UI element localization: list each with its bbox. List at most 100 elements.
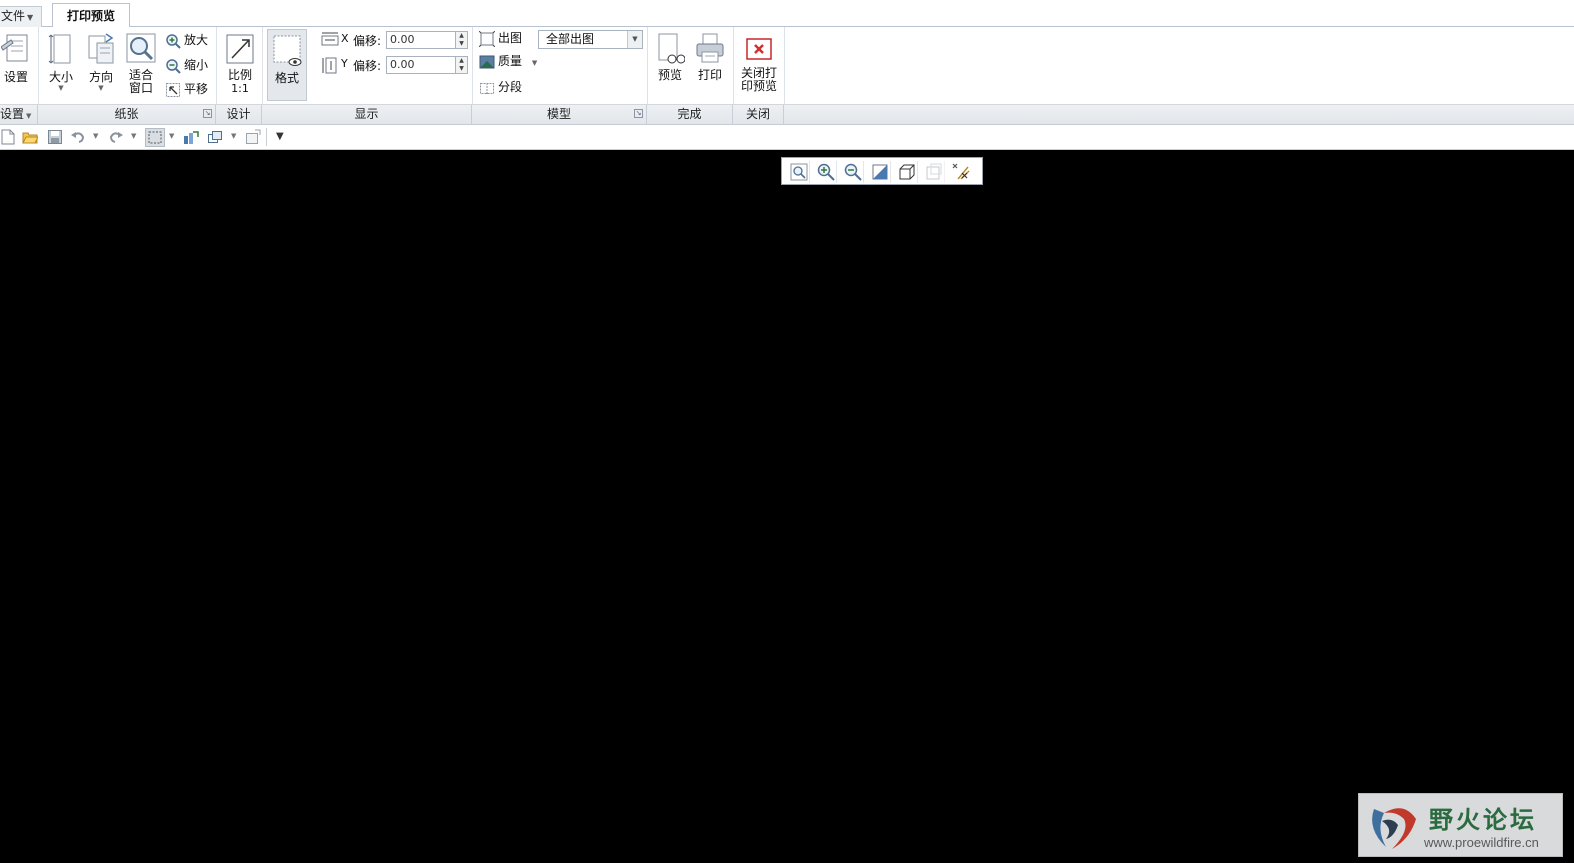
quality-label: 质量 (498, 54, 523, 68)
scale-label-1: 比例 (227, 68, 252, 82)
print-label: 打印 (697, 68, 722, 82)
fit-window-button[interactable]: 适合 窗口 (124, 32, 158, 95)
view-toolbar (781, 157, 983, 185)
scale-icon (225, 32, 255, 66)
group-close-label: 关闭 (745, 107, 770, 121)
tab-print-preview[interactable]: 打印预览 (52, 3, 130, 28)
paper-size-icon (48, 32, 74, 68)
x-offset-icon (321, 32, 339, 49)
group-model: 模型 ↘ (472, 105, 647, 125)
pan-button[interactable]: 平移 (165, 79, 208, 99)
open-folder-icon[interactable] (22, 129, 39, 145)
group-paper-label: 纸张 (114, 107, 139, 121)
zoom-in-label: 放大 (184, 33, 209, 47)
y-offset-label: 偏移: (353, 59, 382, 73)
output-mode-value: 全部出图 (546, 32, 595, 46)
pan-label: 平移 (184, 82, 209, 96)
forum-logo-icon (1364, 799, 1419, 853)
preview-button[interactable]: 预览 (654, 32, 686, 82)
graphics-canvas[interactable] (0, 150, 1574, 863)
chevron-down-icon[interactable]: ▼ (169, 132, 174, 140)
group-design-label: 设计 (226, 107, 251, 121)
group-settings-label: 设置 (0, 107, 25, 121)
paper-size-button[interactable]: 大小 ▼ (46, 32, 76, 92)
group-settings[interactable]: 设置 ▼ (0, 105, 38, 125)
output-mode-select[interactable]: 全部出图 ▼ (538, 30, 643, 49)
settings-button[interactable]: 设置 (0, 32, 32, 84)
group-separator (38, 27, 39, 104)
group-finish-label: 完成 (677, 107, 702, 121)
quality-icon (479, 54, 495, 70)
annotation-display-icon[interactable] (950, 161, 972, 183)
undo-icon[interactable] (70, 129, 86, 145)
segment-label: 分段 (498, 80, 523, 94)
settings-button-label: 设置 (3, 70, 28, 84)
chevron-down-icon: ▼ (26, 112, 32, 120)
group-paper: 纸张 ↘ (38, 105, 216, 125)
select-box-icon[interactable] (145, 128, 165, 147)
x-offset-label: 偏移: (353, 34, 382, 48)
page-orientation-icon (86, 32, 116, 68)
forum-watermark: 野火论坛 www.proewildfire.cn (1358, 793, 1563, 857)
regenerate-icon[interactable] (183, 129, 199, 145)
close-label-2: 印预览 (740, 79, 777, 93)
y-offset-input[interactable]: 0.00 (386, 56, 456, 74)
group-display-label: 显示 (354, 107, 379, 121)
print-button[interactable]: 打印 (694, 32, 726, 82)
zoom-in-icon[interactable] (815, 161, 837, 183)
segment-button[interactable]: 分段 (479, 77, 522, 97)
refit-icon[interactable] (788, 161, 810, 183)
zoom-out-icon[interactable] (842, 161, 864, 183)
y-offset-spinner[interactable]: ▲ ▼ (456, 56, 468, 74)
redo-icon[interactable] (108, 129, 124, 145)
quality-button[interactable]: 质量 ▼ (479, 51, 537, 71)
chevron-down-icon[interactable]: ▼ (93, 132, 98, 140)
customize-toolbar-icon[interactable]: ▼ (276, 131, 284, 142)
group-model-label: 模型 (546, 107, 571, 121)
zoom-out-button[interactable]: 缩小 (165, 55, 208, 75)
printer-settings-icon (0, 32, 31, 68)
save-icon[interactable] (47, 129, 63, 145)
y-axis-label: Y (341, 57, 348, 70)
windows-icon[interactable] (207, 129, 223, 145)
format-button-label: 格式 (274, 71, 299, 85)
dialog-launcher-icon[interactable]: ↘ (203, 109, 212, 118)
close-print-preview-button[interactable]: 关闭打 印预览 (738, 34, 780, 93)
dialog-launcher-icon[interactable]: ↘ (634, 109, 643, 118)
x-offset-spinner[interactable]: ▲ ▼ (456, 31, 468, 49)
saved-views-icon[interactable] (923, 161, 945, 183)
printer-icon (695, 32, 725, 66)
chevron-down-icon: ▼ (98, 84, 104, 92)
file-menu-tab[interactable]: 文件 ▼ (0, 6, 42, 27)
repaint-icon[interactable] (869, 161, 891, 183)
chevron-down-icon[interactable]: ▼ (131, 132, 136, 140)
ribbon-tab-bar: 文件 ▼ 打印预览 (0, 0, 1574, 28)
format-button[interactable]: 格式 (267, 29, 307, 101)
zoom-in-button[interactable]: 放大 (165, 30, 208, 50)
x-offset-input[interactable]: 0.00 (386, 31, 456, 49)
new-file-icon[interactable] (0, 129, 16, 145)
file-menu-label: 文件 (1, 9, 26, 23)
pan-icon (165, 82, 181, 98)
zoom-out-label: 缩小 (184, 58, 209, 72)
fit-window-icon (125, 32, 157, 66)
scale-label-2: 1:1 (231, 82, 249, 95)
orientation-label: 方向 (88, 70, 113, 84)
orientation-button[interactable]: 方向 ▼ (85, 32, 117, 92)
tab-print-preview-label: 打印预览 (66, 9, 115, 23)
group-separator (647, 27, 648, 104)
output-label: 出图 (498, 31, 523, 45)
forum-title: 野火论坛 (1429, 805, 1537, 834)
display-style-icon[interactable] (896, 161, 918, 183)
chevron-down-icon: ▼ (27, 13, 34, 22)
zoom-out-icon (165, 58, 181, 74)
output-button[interactable]: 出图 (478, 28, 523, 48)
y-offset-icon (321, 57, 339, 74)
preview-label: 预览 (657, 68, 682, 82)
forum-url: www.proewildfire.cn (1424, 835, 1539, 850)
group-separator (216, 27, 217, 104)
chevron-down-icon[interactable]: ▼ (231, 132, 236, 140)
close-window-icon[interactable] (245, 129, 261, 145)
scale-1-1-button[interactable]: 比例 1:1 (223, 32, 257, 95)
zoom-in-icon (165, 33, 181, 49)
